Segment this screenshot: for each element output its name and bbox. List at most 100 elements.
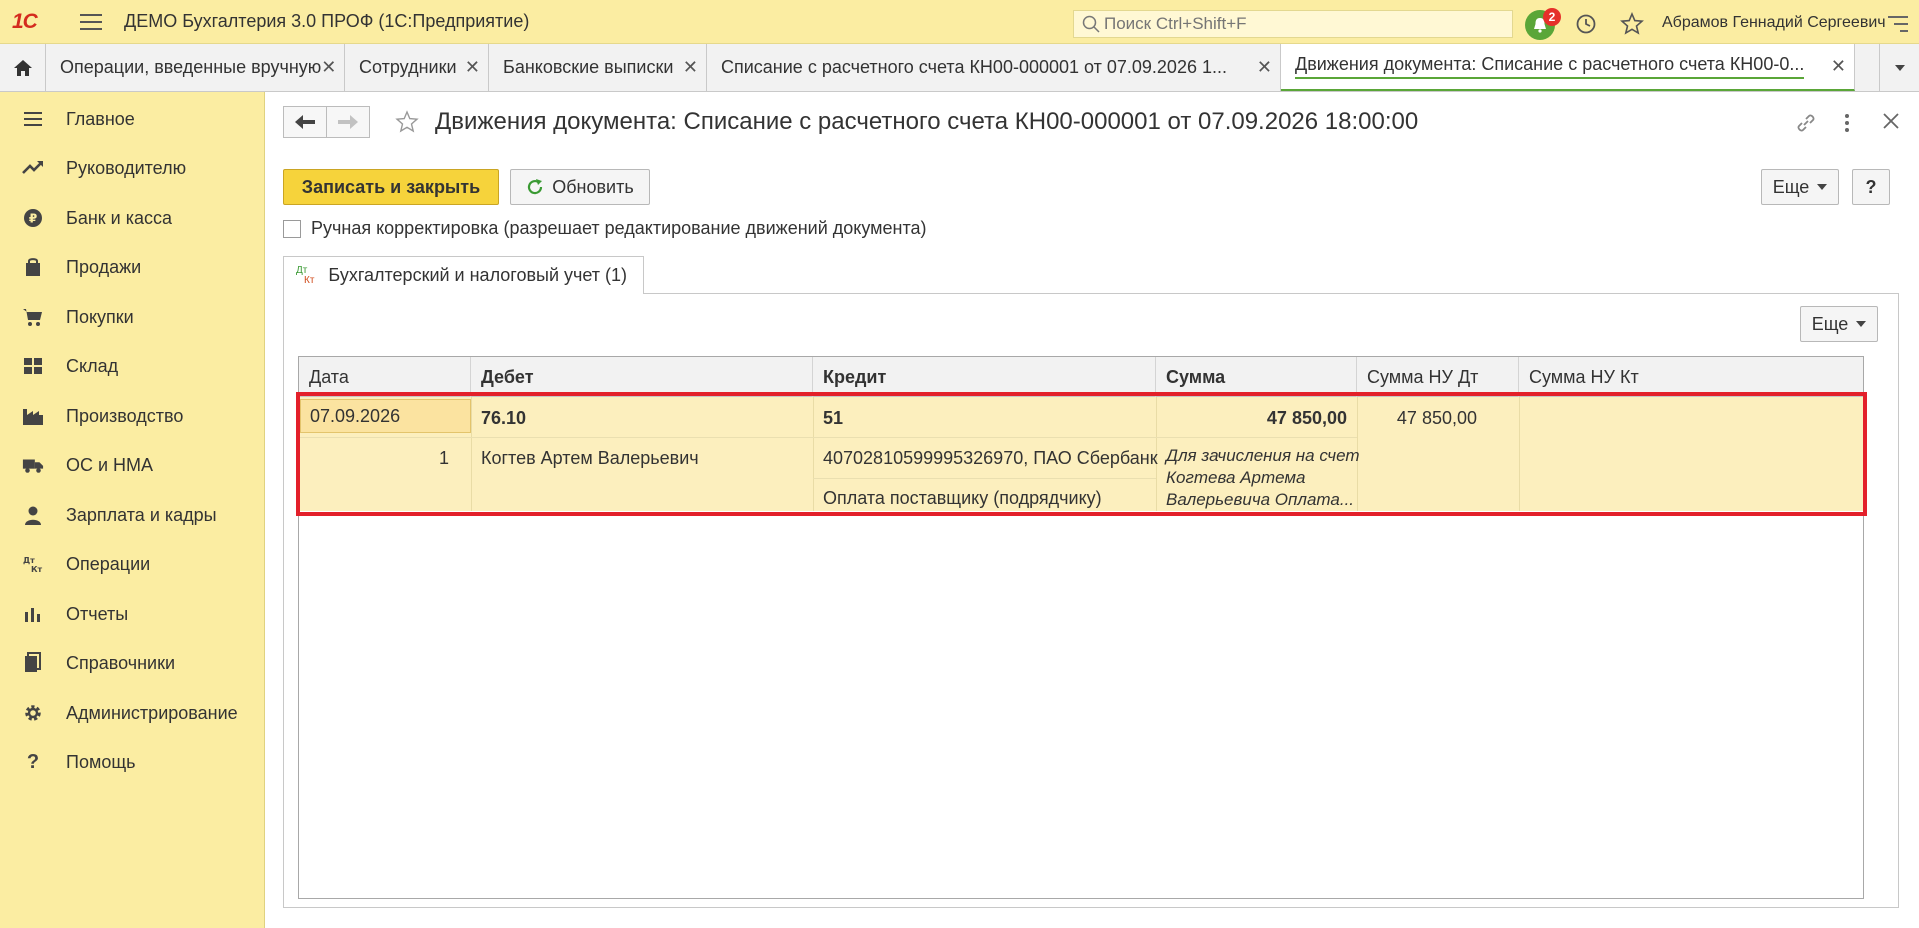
close-window-icon[interactable] [1882, 112, 1900, 130]
arrow-left-icon [295, 115, 315, 129]
sidebar-item-label: Отчеты [66, 603, 129, 624]
help-button[interactable]: ? [1852, 169, 1890, 205]
sidebar-item-fixed-assets[interactable]: ОС и НМА [0, 445, 265, 485]
chevron-down-icon [1894, 64, 1905, 71]
trend-icon [22, 157, 44, 179]
sidebar-item-production[interactable]: Производство [0, 396, 265, 436]
sidebar-item-administration[interactable]: Администрирование [0, 693, 265, 733]
sidebar-item-manager[interactable]: Руководителю [0, 148, 265, 188]
warehouse-icon [22, 355, 44, 377]
manual-correction-checkbox[interactable]: Ручная корректировка (разрешает редактир… [283, 218, 927, 239]
more-button[interactable]: Еще [1761, 169, 1839, 205]
close-icon[interactable]: ✕ [321, 57, 336, 78]
tab-document-movements[interactable]: Движения документа: Списание с расчетног… [1281, 44, 1855, 91]
debit-subconto-cell[interactable]: Когтев Артем Валерьевич [481, 448, 699, 469]
cart-icon [22, 306, 44, 328]
svg-text:Кт: Кт [31, 565, 43, 574]
refresh-button[interactable]: Обновить [510, 169, 650, 205]
sidebar-item-reports[interactable]: Отчеты [0, 594, 265, 634]
column-header-amount-nu-dt[interactable]: Сумма НУ Дт [1357, 357, 1519, 397]
sidebar-item-salary[interactable]: Зарплата и кадры [0, 495, 265, 535]
column-header-amount[interactable]: Сумма [1156, 357, 1357, 397]
favorites-star-icon[interactable] [1620, 12, 1644, 36]
credit-subconto2-cell[interactable]: Оплата поставщику (подрядчику) [823, 488, 1102, 509]
app-header: 1С ДЕМО Бухгалтерия 3.0 ПРОФ (1С:Предпри… [0, 0, 1919, 44]
tab-employees[interactable]: Сотрудники ✕ [345, 44, 489, 91]
sidebar-item-directories[interactable]: Справочники [0, 643, 265, 683]
gear-icon [22, 702, 44, 724]
favorite-star-icon[interactable] [395, 110, 419, 134]
search-box[interactable] [1073, 10, 1513, 38]
column-header-debit[interactable]: Дебет [471, 357, 813, 397]
user-name[interactable]: Абрамов Геннадий Сергеевич [1662, 14, 1886, 32]
amount-cell[interactable]: 47 850,00 [1166, 408, 1347, 429]
sidebar-item-main[interactable]: Главное [0, 99, 265, 139]
credit-subconto-cell[interactable]: 40702810599995326970, ПАО Сбербанк [823, 448, 1158, 469]
tab-label: Списание с расчетного счета КН00-000001 … [721, 57, 1227, 77]
more-vertical-icon[interactable] [1843, 112, 1851, 134]
settings-menu-icon[interactable] [1888, 16, 1908, 32]
tab-label: Движения документа: Списание с расчетног… [1295, 54, 1805, 79]
content-cell-line1[interactable]: Для зачисления на счет [1166, 446, 1360, 466]
main-menu-icon[interactable] [80, 13, 102, 30]
sidebar-item-sales[interactable]: Продажи [0, 247, 265, 287]
line-number-cell[interactable]: 1 [439, 448, 449, 469]
page-title: Движения документа: Списание с расчетног… [435, 108, 1419, 135]
search-input[interactable] [1104, 14, 1484, 34]
tabs-more-button[interactable] [1879, 44, 1919, 91]
app-title: ДЕМО Бухгалтерия 3.0 ПРОФ (1С:Предприяти… [124, 11, 530, 31]
tab-bank-statements[interactable]: Банковские выписки ✕ [489, 44, 707, 91]
sidebar-item-bank[interactable]: ₽ Банк и касса [0, 198, 265, 238]
amount-nu-dt-cell[interactable]: 47 850,00 [1367, 408, 1477, 429]
sidebar-item-label: Помощь [66, 751, 136, 772]
close-icon[interactable]: ✕ [465, 57, 480, 78]
person-icon [22, 504, 44, 526]
tab-payment-document[interactable]: Списание с расчетного счета КН00-000001 … [707, 44, 1281, 91]
svg-text:Дт: Дт [23, 556, 35, 565]
more-label: Еще [1772, 176, 1810, 197]
sidebar-item-operations[interactable]: Дт Кт Операции [0, 544, 265, 584]
close-icon[interactable]: ✕ [1257, 57, 1272, 78]
factory-icon [22, 405, 44, 427]
back-button[interactable] [283, 106, 327, 138]
close-icon[interactable]: ✕ [683, 57, 698, 78]
sidebar-item-warehouse[interactable]: Склад [0, 346, 265, 386]
notifications-button[interactable]: 2 [1525, 8, 1561, 40]
home-tab[interactable] [0, 44, 46, 91]
row-divider [813, 478, 1156, 479]
sidebar-item-label: Покупки [66, 306, 134, 327]
sidebar-item-label: ОС и НМА [66, 454, 154, 475]
link-icon[interactable] [1795, 112, 1817, 134]
menu-lines-icon [22, 108, 44, 130]
history-icon[interactable] [1575, 13, 1597, 35]
credit-account-cell[interactable]: 51 [823, 408, 843, 429]
column-header-amount-nu-kt[interactable]: Сумма НУ Кт [1519, 357, 1683, 397]
tab-label: Банковские выписки [503, 57, 674, 77]
app-logo[interactable]: 1С [12, 9, 56, 35]
sidebar-item-label: Администрирование [66, 702, 238, 723]
arrow-right-icon [338, 115, 358, 129]
content-cell-line2[interactable]: Когтева Артема [1166, 468, 1305, 488]
movements-table[interactable]: Дата Дебет Кредит Сумма Сумма НУ Дт Сумм… [298, 356, 1864, 899]
tab-accounting-tax[interactable]: Дт Кт Бухгалтерский и налоговый учет (1) [283, 256, 645, 294]
close-icon[interactable]: ✕ [1831, 56, 1846, 77]
chevron-down-icon [1817, 184, 1828, 190]
sidebar-item-label: Продажи [66, 256, 142, 277]
column-divider [813, 397, 814, 511]
tab-manual-operations[interactable]: Операции, введенные вручную ✕ [46, 44, 345, 91]
sidebar-item-purchases[interactable]: Покупки [0, 297, 265, 337]
sidebar-item-help[interactable]: ? Помощь [0, 742, 265, 782]
column-header-credit[interactable]: Кредит [813, 357, 1156, 397]
panel-more-button[interactable]: Еще [1800, 306, 1878, 342]
column-header-date[interactable]: Дата [299, 357, 471, 397]
truck-icon [22, 454, 44, 476]
debit-account-cell[interactable]: 76.10 [481, 408, 526, 429]
checkbox[interactable] [283, 219, 301, 238]
sidebar-item-label: Склад [66, 355, 119, 376]
manual-correction-label: Ручная корректировка (разрешает редактир… [311, 218, 927, 238]
forward-button[interactable] [326, 106, 370, 138]
document-form: Движения документа: Списание с расчетног… [265, 92, 1919, 928]
save-and-close-button[interactable]: Записать и закрыть [283, 169, 499, 205]
content-cell-line3[interactable]: Валерьевича Оплата... [1166, 490, 1354, 510]
date-cell[interactable]: 07.09.2026 [300, 399, 471, 433]
